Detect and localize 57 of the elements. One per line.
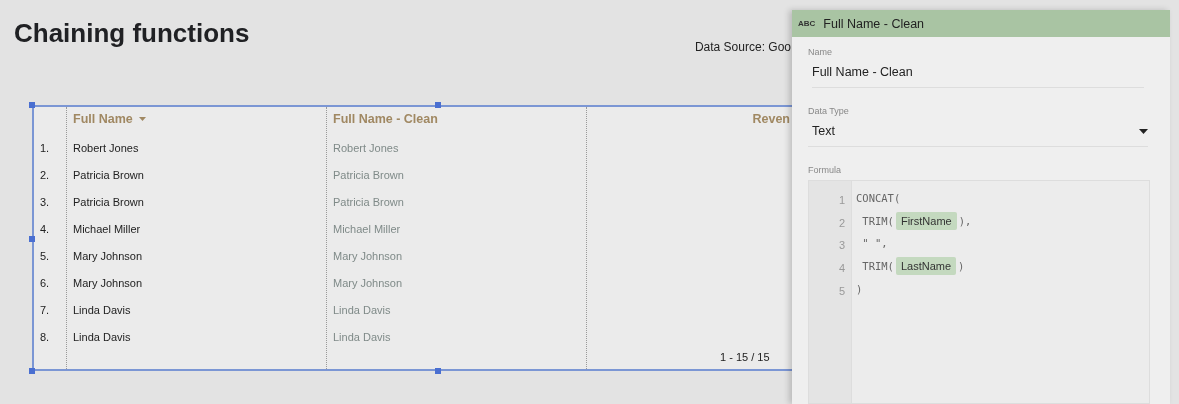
row-number: 8. bbox=[39, 329, 51, 345]
table-cell-text: Mary Johnson bbox=[332, 275, 404, 291]
row-number: 6. bbox=[39, 275, 51, 291]
line-number: 4 bbox=[837, 261, 846, 277]
pagination-label: 1 - 15 / 15 bbox=[720, 351, 770, 363]
data-source-label: Data Source: Goo bbox=[694, 40, 791, 54]
field-label: Name bbox=[808, 47, 833, 57]
code-text: ), bbox=[958, 214, 972, 227]
field-chip[interactable]: LastName bbox=[895, 257, 957, 276]
row-number: 4. bbox=[39, 221, 51, 237]
dropdown-caret-icon[interactable] bbox=[1139, 128, 1148, 134]
resize-handle[interactable] bbox=[29, 368, 35, 374]
name-field[interactable]: Full Name - Clean bbox=[812, 57, 1144, 88]
table-cell-text: Mary Johnson bbox=[72, 275, 144, 291]
table-cell-text: Michael Miller bbox=[332, 221, 402, 237]
row-number: 1. bbox=[39, 140, 51, 156]
line-number: 3 bbox=[837, 238, 846, 254]
formula-editor[interactable]: 1 2 3 4 5 CONCAT( TRIM( FirstName ), " ", TRIM( LastName ) ) bbox=[808, 180, 1150, 404]
row-number: 3. bbox=[39, 194, 51, 210]
line-number: 1 bbox=[837, 193, 846, 209]
code-text: CONCAT( bbox=[856, 192, 901, 205]
table-cell-text: Patricia Brown bbox=[72, 167, 145, 183]
line-number: 2 bbox=[837, 215, 846, 231]
table-cell-text: Mary Johnson bbox=[72, 248, 144, 264]
sort-arrow-icon[interactable] bbox=[138, 117, 146, 121]
data-type-dropdown[interactable]: Text bbox=[808, 116, 1148, 147]
code-text: ) bbox=[958, 260, 965, 273]
table-cell-text: Patricia Brown bbox=[72, 194, 145, 210]
table-cell-text: Michael Miller bbox=[72, 221, 142, 237]
field-label: Data Type bbox=[808, 106, 850, 116]
table-cell-text: Linda Davis bbox=[72, 302, 132, 318]
resize-handle[interactable] bbox=[435, 368, 441, 374]
line-number: 5 bbox=[837, 283, 846, 299]
table-chart[interactable] bbox=[32, 105, 792, 371]
resize-handle[interactable] bbox=[29, 102, 35, 108]
code-text: " ", bbox=[861, 237, 888, 250]
table-cell-text: Mary Johnson bbox=[332, 248, 404, 264]
report-title: Chaining functions bbox=[14, 18, 250, 49]
table-cell-text: Patricia Brown bbox=[332, 194, 405, 210]
row-number: 7. bbox=[39, 302, 51, 318]
panel-title: Full Name - Clean bbox=[823, 16, 925, 31]
field-label: Formula bbox=[808, 165, 842, 175]
table-cell-text: Robert Jones bbox=[72, 140, 140, 156]
code-text: TRIM( bbox=[861, 214, 894, 227]
table-cell-text: Robert Jones bbox=[332, 140, 400, 156]
table-cell-text: Patricia Brown bbox=[332, 167, 405, 183]
table-cell-text: Linda Davis bbox=[332, 302, 392, 318]
text-type-icon: ABC bbox=[798, 19, 816, 28]
row-number: 5. bbox=[39, 248, 51, 264]
field-chip[interactable]: FirstName bbox=[895, 211, 957, 230]
code-text: ) bbox=[856, 282, 863, 295]
resize-handle[interactable] bbox=[435, 102, 441, 108]
table-cell-text: Linda Davis bbox=[332, 329, 392, 345]
row-number: 2. bbox=[39, 167, 51, 183]
resize-handle[interactable] bbox=[29, 236, 35, 242]
table-cell-text: Linda Davis bbox=[72, 329, 132, 345]
code-text: TRIM( bbox=[861, 260, 894, 273]
